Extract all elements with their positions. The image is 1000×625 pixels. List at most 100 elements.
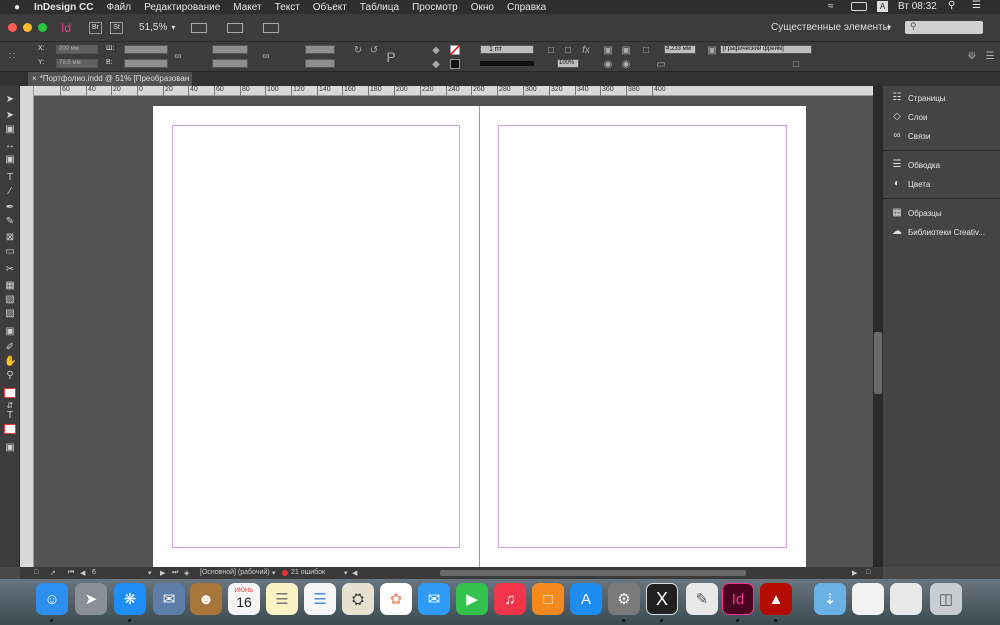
stack-icon[interactable]	[890, 583, 922, 615]
formatting-affects-text-icon[interactable]: T	[4, 410, 16, 422]
corner-options-icon[interactable]: □	[562, 45, 574, 57]
apple-icon[interactable]: ●	[14, 2, 20, 13]
trash-icon[interactable]: ◫	[930, 583, 962, 615]
panel-swatches[interactable]: ▦ Образцы	[891, 206, 941, 220]
menu-help[interactable]: Справка	[507, 2, 546, 13]
zoom-dropdown-icon[interactable]: ▾	[171, 23, 175, 32]
direct-selection-tool-icon[interactable]: ➤	[4, 110, 16, 122]
calendar-icon[interactable]: ИЮНЬ 16	[228, 583, 260, 615]
window-minimize-button[interactable]	[23, 23, 32, 32]
panel-color[interactable]: ◐ Цвета	[891, 177, 930, 191]
bridge-button[interactable]: Br	[89, 21, 103, 34]
shear-angle-field[interactable]	[305, 59, 335, 68]
mail-icon[interactable]: ✉	[153, 583, 185, 615]
search-field[interactable]	[905, 21, 983, 34]
opacity-field[interactable]: 100%	[557, 59, 579, 68]
stack-icon[interactable]	[852, 583, 884, 615]
notes-icon[interactable]: ☰	[266, 583, 298, 615]
page-number-field[interactable]: 6	[92, 569, 96, 576]
last-page-icon[interactable]: ⏭	[172, 569, 178, 577]
rotation-angle-field[interactable]	[305, 45, 335, 54]
vertical-scrollbar[interactable]	[873, 86, 883, 567]
free-transform-tool-icon[interactable]: ▦	[4, 280, 16, 292]
ibooks-icon[interactable]: □	[532, 583, 564, 615]
gap-tool-icon[interactable]: ↔	[4, 140, 16, 152]
itunes-icon[interactable]: ♫	[494, 583, 526, 615]
acrobat-icon[interactable]: ▲	[760, 583, 792, 615]
notification-center-icon[interactable]: ☰	[972, 0, 981, 11]
rotate-counterclockwise-icon[interactable]: ↺	[368, 45, 380, 57]
object-style-icon[interactable]: ▣	[706, 45, 718, 57]
stroke-swatch[interactable]	[450, 59, 460, 69]
object-style-dropdown[interactable]: [Графический фрейм]	[720, 45, 812, 54]
window-zoom-button[interactable]	[38, 23, 47, 32]
workspace-switcher[interactable]: Существенные элементы	[771, 22, 890, 33]
app-store-icon[interactable]: A	[570, 583, 602, 615]
arrange-documents-icon[interactable]	[263, 22, 280, 33]
system-preferences-icon[interactable]: ⚙	[608, 583, 640, 615]
page-left[interactable]	[153, 106, 479, 567]
panel-pages[interactable]: ☷ Страницы	[891, 91, 946, 105]
maps-icon[interactable]: ⛭	[342, 583, 374, 615]
hand-tool-icon[interactable]: ✋	[4, 356, 16, 368]
lightning-icon[interactable]: ⟱	[966, 51, 978, 63]
panel-menu-icon[interactable]: ☰	[984, 51, 996, 63]
constrain-proportions-icon[interactable]: ∞	[172, 51, 184, 63]
content-collector-icon[interactable]: ▣	[4, 154, 16, 166]
keyboard-layout-indicator[interactable]: A	[877, 1, 888, 12]
document-tab[interactable]: × *Портфолио.indd @ 51% [Преобразован	[28, 72, 192, 86]
spotlight-icon[interactable]: ⚲	[948, 0, 955, 11]
next-page-icon[interactable]: ▶	[160, 569, 165, 577]
rectangle-frame-tool-icon[interactable]: ⊠	[4, 232, 16, 244]
page-icon[interactable]: ◈	[184, 569, 189, 577]
panel-links[interactable]: ∞ Связи	[891, 129, 930, 143]
downloads-folder-icon[interactable]: ⇣	[814, 583, 846, 615]
drop-shadow-icon[interactable]: □	[545, 45, 557, 57]
horizontal-scrollbar-thumb[interactable]	[440, 570, 746, 576]
status-page-icon[interactable]: □	[34, 569, 38, 576]
wifi-icon[interactable]: ≈	[828, 1, 834, 12]
fit-frame-icon[interactable]: ▣	[620, 45, 632, 57]
safari-icon[interactable]: ❋	[114, 583, 146, 615]
app-menu[interactable]: InDesign CC	[34, 2, 93, 13]
messages-icon[interactable]: ✉	[418, 583, 450, 615]
auto-fit-icon[interactable]: □	[640, 45, 652, 57]
open-doc-icon[interactable]: ↗	[50, 569, 56, 577]
scale-y-field[interactable]	[212, 59, 248, 68]
menu-edit[interactable]: Редактирование	[144, 2, 220, 13]
finder-icon[interactable]: ☺	[36, 583, 68, 615]
selection-tool-icon[interactable]: ➤	[4, 94, 16, 106]
battery-icon[interactable]	[851, 2, 867, 11]
pasteboard-icon[interactable]: □	[866, 569, 870, 576]
gradient-swatch-tool-icon[interactable]: ▧	[4, 294, 16, 306]
apply-none-icon[interactable]	[4, 424, 16, 434]
indesign-dock-icon[interactable]: Id	[722, 583, 754, 615]
x-position-field[interactable]: 200 мм	[56, 45, 98, 54]
default-fill-stroke-icon[interactable]	[4, 388, 16, 398]
first-page-icon[interactable]: ⏮	[68, 569, 74, 577]
y-position-field[interactable]: 79,5 мм	[56, 59, 98, 68]
tab-close-icon[interactable]: ×	[32, 74, 37, 83]
document-app-icon[interactable]: ✎	[686, 583, 718, 615]
previous-page-icon[interactable]: ◀	[80, 569, 85, 577]
zoom-level[interactable]: 51,5%	[139, 22, 167, 33]
reminders-icon[interactable]: ☰	[304, 583, 336, 615]
scissors-tool-icon[interactable]: ✂	[4, 264, 16, 276]
panel-layers[interactable]: ◇ Слои	[891, 110, 927, 124]
preflight-menu-icon[interactable]: ▾	[344, 569, 348, 577]
gap-field[interactable]: 4,233 мм	[664, 45, 696, 54]
menu-type[interactable]: Текст	[275, 2, 300, 13]
view-options-icon[interactable]	[191, 22, 208, 33]
stroke-type-field[interactable]	[480, 61, 534, 66]
scrollbar-thumb[interactable]	[874, 332, 882, 394]
scroll-right-icon[interactable]: ▶	[852, 569, 857, 577]
stock-button[interactable]: St	[110, 21, 124, 34]
eyedropper-tool-icon[interactable]: ✐	[4, 342, 16, 354]
fill-frame-icon[interactable]: ◉	[620, 59, 632, 71]
menu-view[interactable]: Просмотр	[412, 2, 458, 13]
reference-point-icon[interactable]: ∷	[6, 51, 18, 63]
preflight-error-count[interactable]: 21 ошибок	[291, 569, 325, 576]
pencil-tool-icon[interactable]: ✎	[4, 216, 16, 228]
menu-table[interactable]: Таблица	[360, 2, 399, 13]
width-field[interactable]	[124, 45, 168, 54]
